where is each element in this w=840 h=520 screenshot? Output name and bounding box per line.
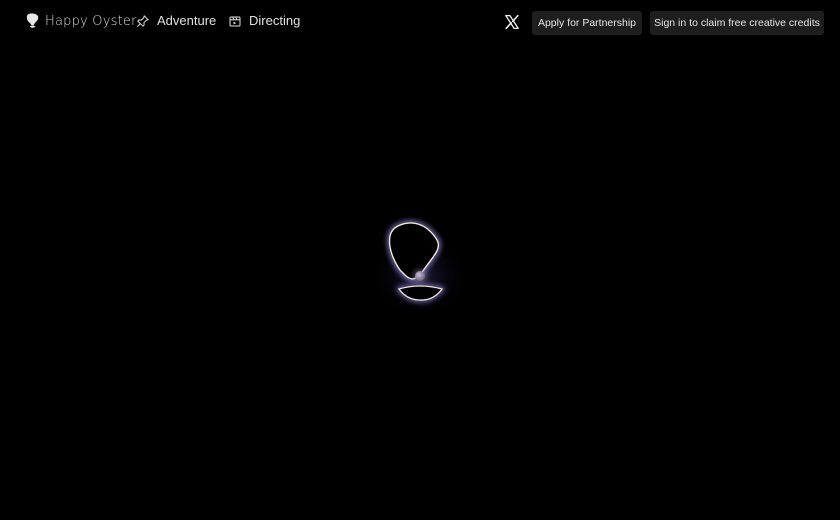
oyster-logo-icon: [26, 13, 39, 28]
loading-indicator: [370, 212, 470, 312]
nav-directing[interactable]: Directing: [229, 13, 300, 28]
top-navigation-bar: Happy Oyster Adventure Directing Apply f…: [0, 0, 840, 46]
oyster-pearl-icon: [370, 221, 470, 312]
pin-icon: [137, 14, 149, 27]
main-stage: [0, 46, 840, 520]
nav-adventure-label: Adventure: [157, 13, 217, 28]
sign-in-button[interactable]: Sign in to claim free creative credits: [650, 11, 824, 35]
apply-partnership-button[interactable]: Apply for Partnership: [532, 11, 642, 35]
nav-directing-label: Directing: [249, 13, 301, 28]
x-logo-icon: [505, 15, 519, 29]
brand-home-link[interactable]: Happy Oyster: [26, 13, 137, 29]
brand-name: Happy Oyster: [45, 13, 137, 29]
clapper-icon: [229, 16, 241, 26]
x-social-link[interactable]: [505, 15, 519, 29]
nav-adventure[interactable]: Adventure: [137, 13, 216, 28]
